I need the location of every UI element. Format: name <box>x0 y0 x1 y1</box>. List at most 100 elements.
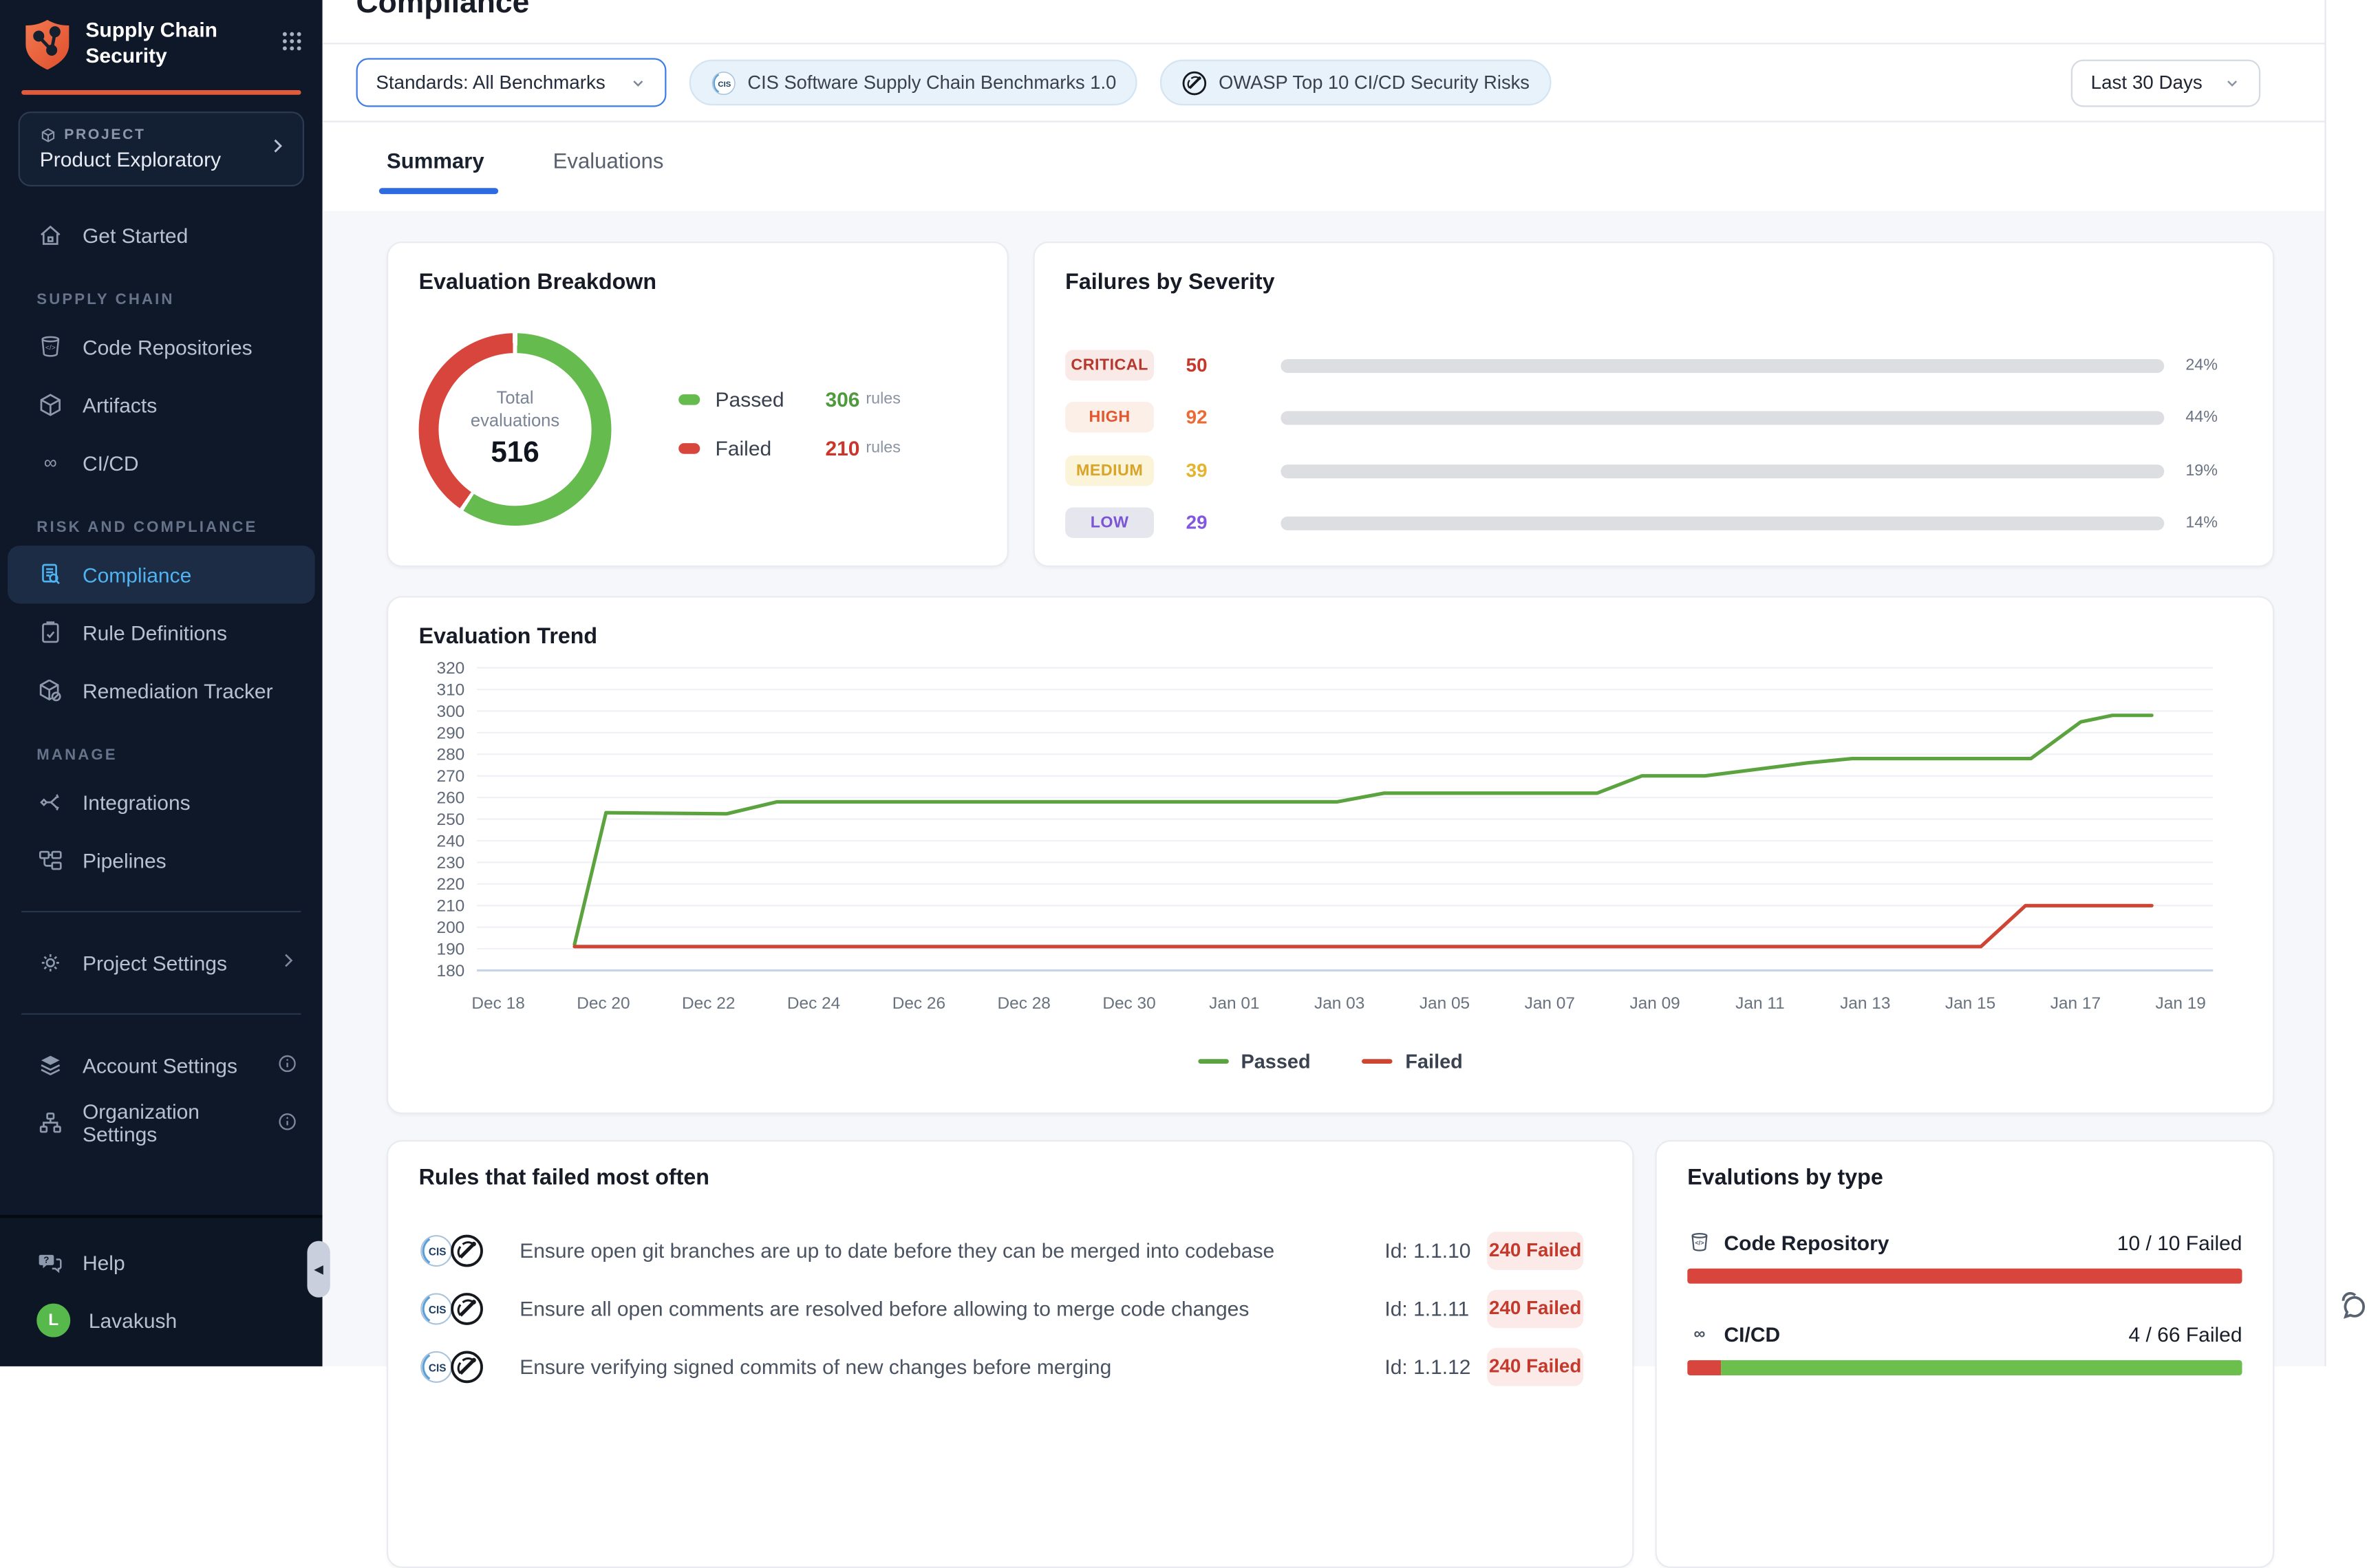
sidebar-item-organization-settings[interactable]: Organization Settings <box>0 1094 323 1152</box>
integrations-icon <box>36 788 64 816</box>
evaluations-by-type-card: Evalutions by type </> Code Repository 1… <box>1656 1140 2275 1568</box>
sidebar-item-account-settings[interactable]: Account Settings <box>0 1036 323 1094</box>
tab-evaluations[interactable]: Evaluations <box>553 147 664 172</box>
card-title: Rules that failed most often <box>419 1166 1602 1191</box>
app-grid-icon[interactable] <box>279 29 304 61</box>
date-range-dropdown[interactable]: Last 30 Days <box>2071 59 2260 107</box>
sidebar-item-compliance[interactable]: Compliance <box>8 546 314 603</box>
tab-summary[interactable]: Summary <box>387 147 484 172</box>
severity-row-critical: CRITICAL 50 24% <box>1065 350 2242 380</box>
sidebar-divider <box>21 911 301 912</box>
svg-text:Jan 13: Jan 13 <box>1840 994 1890 1013</box>
svg-text:Jan 05: Jan 05 <box>1420 994 1470 1013</box>
failed-swatch <box>678 442 700 453</box>
sidebar-item-integrations[interactable]: Integrations <box>0 773 323 831</box>
sidebar-item-cicd[interactable]: ∞ CI/CD <box>0 434 323 492</box>
sidebar-item-remediation-tracker[interactable]: Remediation Tracker <box>0 662 323 720</box>
info-icon[interactable] <box>277 1110 298 1137</box>
scroll-gutter[interactable] <box>2324 0 2378 1366</box>
layers-icon <box>36 1051 64 1079</box>
info-icon[interactable] <box>277 1052 298 1078</box>
severity-percent: 14% <box>2185 513 2218 532</box>
project-selector[interactable]: PROJECT Product Exploratory <box>19 111 304 186</box>
svg-text:</>: </> <box>45 345 56 352</box>
rule-text: Ensure all open comments are resolved be… <box>519 1297 1249 1320</box>
sidebar-footer: ? Help L Lavakush <box>0 1215 323 1366</box>
evaluation-breakdown-card: Evaluation Breakdown Total evaluations 5… <box>387 241 1009 567</box>
summary-content: Evaluation Breakdown Total evaluations 5… <box>323 211 2325 1366</box>
filter-chip-cis[interactable]: CIS CIS Software Supply Chain Benchmarks… <box>689 60 1137 106</box>
project-name: Product Exploratory <box>40 148 268 171</box>
severity-badge: HIGH <box>1065 402 1154 432</box>
sidebar-item-rule-definitions[interactable]: Rule Definitions <box>0 603 323 661</box>
rule-standard-icons: CIS <box>419 1290 486 1327</box>
main-area: Compliance Standards: All Benchmarks CIS… <box>323 0 2378 1366</box>
svg-text:Dec 20: Dec 20 <box>577 994 630 1013</box>
card-title: Evaluation Trend <box>419 625 2242 649</box>
svg-text:Jan 03: Jan 03 <box>1314 994 1364 1013</box>
sidebar-item-help[interactable]: ? Help <box>0 1234 323 1291</box>
sidebar-item-project-settings[interactable]: Project Settings <box>0 934 323 991</box>
svg-text:Dec 24: Dec 24 <box>787 994 840 1013</box>
evaluations-donut-chart: Total evaluations 516 <box>419 333 612 526</box>
standards-filter-dropdown[interactable]: Standards: All Benchmarks <box>356 58 667 107</box>
svg-text:Jan 17: Jan 17 <box>2050 994 2101 1013</box>
user-menu[interactable]: L Lavakush <box>0 1291 323 1349</box>
nav-section-risk-compliance: RISK AND COMPLIANCE <box>0 492 323 546</box>
type-failed-ratio: 4 / 66 Failed <box>2128 1322 2242 1345</box>
chevron-down-icon <box>630 74 646 91</box>
svg-text:Jan 11: Jan 11 <box>1735 994 1785 1013</box>
svg-text:Dec 18: Dec 18 <box>471 994 524 1013</box>
svg-text:290: 290 <box>436 724 464 742</box>
passed-swatch <box>678 394 700 405</box>
svg-text:</>: </> <box>1695 1240 1704 1247</box>
svg-text:∞: ∞ <box>1694 1325 1706 1343</box>
rule-row[interactable]: CIS Ensure open git branches are up to d… <box>419 1227 1602 1274</box>
home-icon <box>36 222 64 249</box>
passed-count: 306 <box>825 387 859 410</box>
svg-text:250: 250 <box>436 810 464 829</box>
total-evaluations-value: 516 <box>491 437 539 471</box>
infinity-icon: ∞ <box>36 449 64 477</box>
org-chart-icon <box>36 1110 64 1137</box>
owasp-icon <box>449 1349 484 1384</box>
avatar: L <box>36 1304 70 1338</box>
owasp-icon <box>449 1234 484 1269</box>
legend-failed: Failed <box>1362 1050 1463 1073</box>
chevron-down-icon <box>2224 74 2240 91</box>
help-chat-icon: ? <box>36 1249 64 1276</box>
svg-text:220: 220 <box>436 875 464 894</box>
rule-id: Id: 1.1.10 <box>1384 1238 1470 1261</box>
rule-row[interactable]: CIS Ensure all open comments are resolve… <box>419 1285 1602 1331</box>
svg-text:200: 200 <box>436 919 464 937</box>
failed-count: 210 <box>825 436 859 459</box>
sidebar-divider <box>21 1013 301 1015</box>
svg-text:CIS: CIS <box>429 1304 447 1316</box>
legend-item-passed: Passed 306 rules <box>678 384 984 414</box>
filter-chip-owasp[interactable]: OWASP Top 10 CI/CD Security Risks <box>1161 60 1551 106</box>
sidebar-item-code-repositories[interactable]: </> Code Repositories <box>0 318 323 376</box>
nav-section-supply-chain: SUPPLY CHAIN <box>0 264 323 318</box>
severity-row-low: LOW 29 14% <box>1065 507 2242 537</box>
sidebar-collapse-handle[interactable]: ◀ <box>307 1241 330 1298</box>
donut-center-label: evaluations <box>471 411 559 434</box>
severity-badge: CRITICAL <box>1065 350 1154 380</box>
sidebar-item-get-started[interactable]: Get Started <box>0 206 323 264</box>
rule-id: Id: 1.1.11 <box>1384 1297 1469 1320</box>
severity-count: 39 <box>1186 460 1208 482</box>
severity-bar <box>1281 516 2164 530</box>
cis-icon: CIS <box>419 1291 454 1327</box>
severity-bar <box>1281 464 2164 477</box>
titlebar: Compliance <box>323 0 2378 44</box>
type-progress-bar <box>1687 1269 2242 1284</box>
chat-bubble-icon[interactable] <box>2334 1287 2370 1323</box>
card-title: Failures by Severity <box>1065 270 2242 295</box>
svg-text:180: 180 <box>436 962 464 980</box>
chevron-right-icon <box>268 136 288 163</box>
sidebar-item-pipelines[interactable]: Pipelines <box>0 831 323 889</box>
svg-text:310: 310 <box>436 681 464 700</box>
sidebar: Supply Chain Security PROJECT Product Ex… <box>0 0 323 1366</box>
severity-count: 50 <box>1186 354 1208 376</box>
shield-logo-icon <box>21 17 74 74</box>
sidebar-item-artifacts[interactable]: Artifacts <box>0 376 323 433</box>
